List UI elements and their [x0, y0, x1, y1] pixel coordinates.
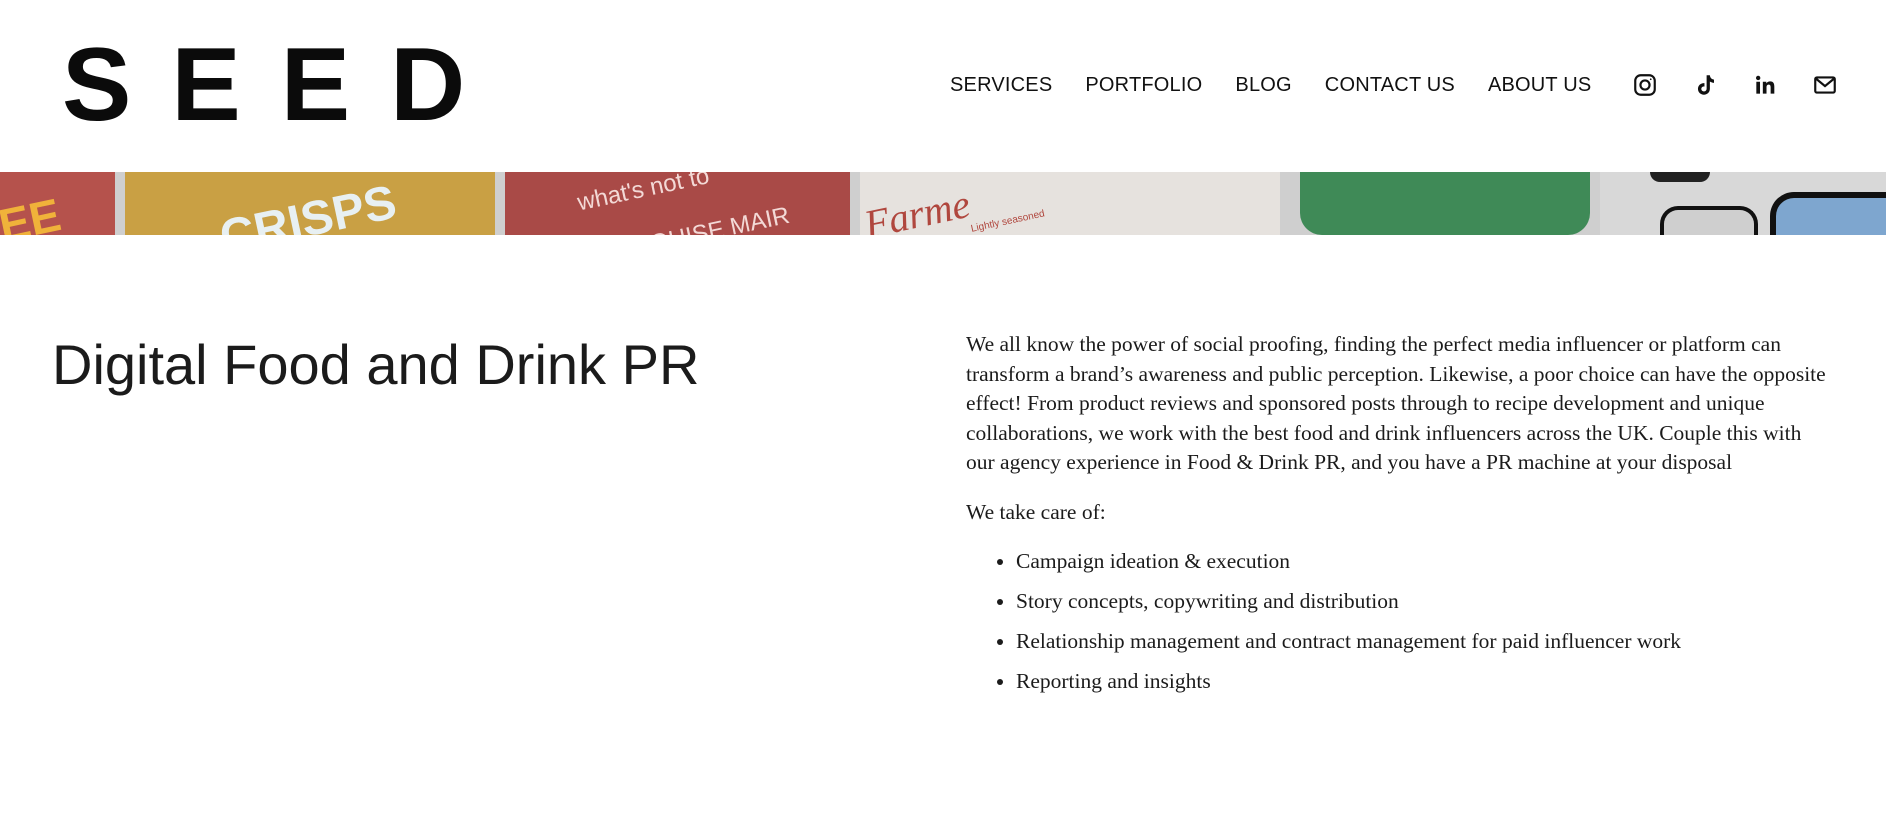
main-nav: SERVICES PORTFOLIO BLOG CONTACT US ABOUT…	[950, 70, 1624, 100]
instagram-icon[interactable]	[1630, 70, 1660, 100]
nav-contact-us[interactable]: CONTACT US	[1325, 70, 1455, 100]
social-links	[1630, 70, 1870, 100]
banner-tile-bg	[1300, 172, 1590, 235]
nav-portfolio[interactable]: PORTFOLIO	[1085, 70, 1202, 100]
phone-edge	[1770, 192, 1886, 235]
tiktok-icon[interactable]	[1690, 70, 1720, 100]
page-title: Digital Food and Drink PR	[52, 333, 700, 396]
list-title: We take care of:	[966, 499, 1106, 524]
banner-tile: what's not to LOUISE MAIR	[505, 172, 850, 235]
list-item: Reporting and insights	[1016, 667, 1826, 697]
banner-tile	[1600, 172, 1886, 235]
hero-banner-image: EE CRISPS what's not to LOUISE MAIR Farm…	[0, 172, 1886, 235]
site-logo[interactable]: SEED	[62, 30, 505, 140]
list-item: Story concepts, copywriting and distribu…	[1016, 587, 1826, 617]
nav-blog[interactable]: BLOG	[1235, 70, 1291, 100]
banner-tile: Farme Lightly seasoned	[860, 172, 1280, 235]
nav-services[interactable]: SERVICES	[950, 70, 1052, 100]
linkedin-icon[interactable]	[1750, 70, 1780, 100]
site-header: SEED SERVICES PORTFOLIO BLOG CONTACT US …	[0, 0, 1886, 172]
phone-edge	[1650, 172, 1710, 182]
phone-edge	[1660, 206, 1758, 235]
services-list: Campaign ideation & execution Story conc…	[966, 547, 1826, 697]
banner-tile	[1300, 172, 1590, 235]
intro-paragraph: We all know the power of social proofing…	[966, 332, 1826, 474]
list-item: Campaign ideation & execution	[1016, 547, 1826, 577]
email-icon[interactable]	[1810, 70, 1840, 100]
nav-about-us[interactable]: ABOUT US	[1488, 70, 1591, 100]
banner-tile: CRISPS	[125, 172, 495, 235]
list-item: Relationship management and contract man…	[1016, 627, 1826, 657]
banner-tile: EE	[0, 172, 115, 235]
page-content: We all know the power of social proofing…	[966, 330, 1826, 707]
